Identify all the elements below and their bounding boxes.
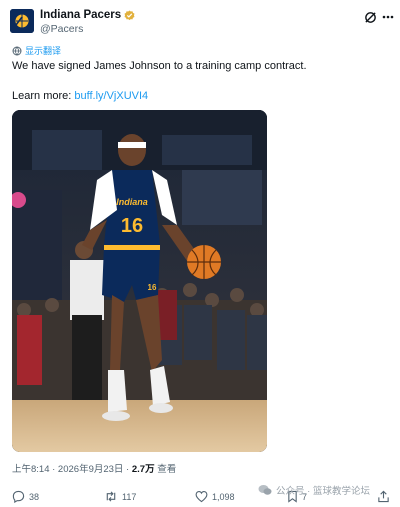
watermark-text: 公众号 · 篮球教学论坛 <box>276 486 370 497</box>
jersey-wordmark: Indiana <box>116 197 148 207</box>
like-count: 1,098 <box>212 491 235 502</box>
more-options-icon[interactable] <box>381 10 395 24</box>
heart-icon <box>195 491 208 503</box>
tweet-timestamp[interactable]: 上午8:14 · 2026年9月23日 · <box>12 464 132 475</box>
tweet-photo[interactable]: Indiana 16 16 <box>12 110 267 452</box>
account-handle[interactable]: @Pacers <box>40 23 83 35</box>
basketball-player-photo: Indiana 16 16 <box>12 110 267 452</box>
view-label: 查看 <box>154 464 177 475</box>
tweet-text: We have signed James Johnson to a traini… <box>12 60 307 72</box>
share-icon <box>378 490 389 503</box>
like-button[interactable]: 1,098 <box>195 490 235 503</box>
reply-icon <box>12 490 25 503</box>
tweet-meta: 上午8:14 · 2026年9月23日 · 2.7万 查看 <box>12 461 176 475</box>
jersey-number: 16 <box>121 215 143 237</box>
verified-badge-icon <box>124 9 135 20</box>
wechat-icon <box>258 485 272 495</box>
basketball <box>187 245 221 279</box>
learn-more-line: Learn more: buff.ly/VjXUVI4 <box>12 89 148 103</box>
tweet-card: Indiana Pacers @Pacers 显示翻译 We have sign… <box>0 0 400 507</box>
translate-link[interactable]: 显示翻译 <box>12 44 61 57</box>
account-name-row: Indiana Pacers <box>40 9 135 21</box>
reply-count: 38 <box>29 491 40 502</box>
display-name[interactable]: Indiana Pacers <box>40 9 121 21</box>
reply-button[interactable]: 38 <box>12 490 39 503</box>
repost-count: 117 <box>122 491 137 502</box>
share-button[interactable] <box>377 490 390 503</box>
globe-icon <box>12 46 22 55</box>
grok-icon[interactable] <box>364 11 377 24</box>
repost-button[interactable]: 117 <box>104 490 136 503</box>
shorts-number: 16 <box>148 283 157 292</box>
repost-icon <box>106 491 116 502</box>
account-avatar[interactable] <box>10 9 34 33</box>
view-count: 2.7万 <box>131 464 155 475</box>
wechat-watermark: 公众号 · 篮球教学论坛 <box>258 483 370 497</box>
pacers-logo-icon <box>10 9 34 33</box>
learn-more-link[interactable]: buff.ly/VjXUVI4 <box>74 90 148 102</box>
learn-more-prefix: Learn more: <box>12 90 75 102</box>
translate-label: 显示翻译 <box>25 46 62 56</box>
